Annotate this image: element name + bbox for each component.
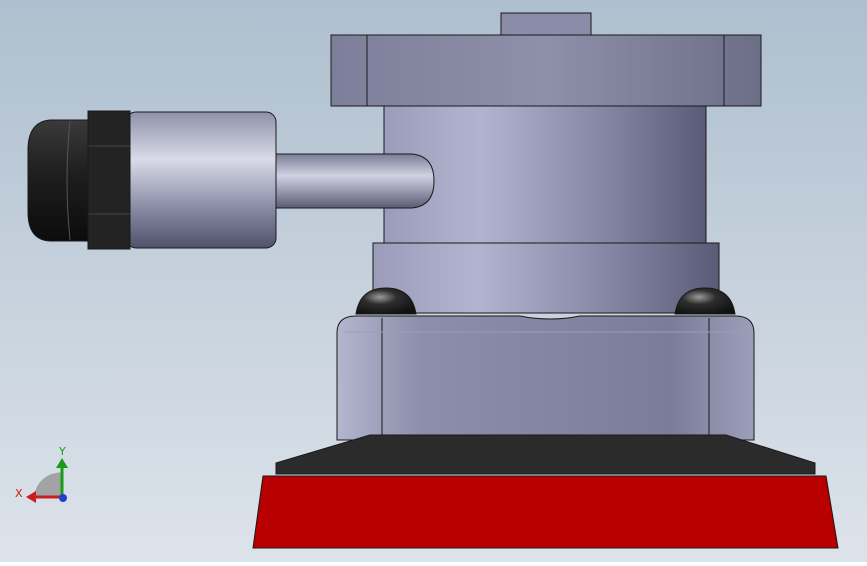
cad-scene[interactable]: X Y — [0, 0, 867, 562]
pad-backing[interactable] — [275, 434, 816, 475]
triad-x-label: X — [15, 487, 23, 500]
triad-y-label: Y — [58, 445, 66, 458]
hex-nut[interactable] — [87, 110, 131, 250]
cad-viewport[interactable]: X Y — [0, 0, 867, 562]
triad-z-axis-icon — [59, 494, 67, 502]
sanding-pad[interactable] — [252, 475, 839, 549]
lower-collar[interactable] — [372, 242, 720, 314]
top-flange[interactable] — [330, 34, 762, 107]
top-boss[interactable] — [500, 12, 592, 36]
hose-housing[interactable] — [125, 111, 277, 249]
rubber-end-cap[interactable] — [27, 119, 89, 242]
base-block[interactable] — [336, 315, 755, 441]
air-inlet-tube[interactable] — [271, 153, 435, 209]
